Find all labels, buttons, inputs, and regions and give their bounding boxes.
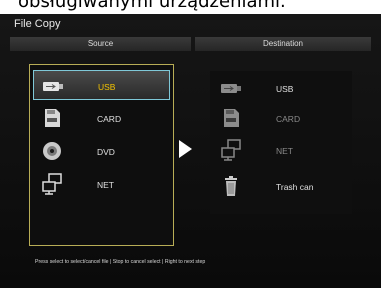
source-item-label: DVD: [97, 147, 115, 157]
source-item-label: NET: [97, 180, 114, 190]
usb-icon: [43, 82, 63, 91]
destination-item-trash[interactable]: Trash can: [212, 171, 350, 201]
source-item-label: USB: [98, 82, 116, 92]
source-item-label: CARD: [97, 114, 122, 124]
usb-icon: [221, 84, 241, 93]
destination-item-label: CARD: [276, 114, 301, 124]
destination-item-usb[interactable]: USB: [212, 73, 350, 103]
caption-text: obsługiwanymi urządzeniami.: [18, 0, 286, 12]
destination-item-label: NET: [276, 146, 293, 156]
trash-icon: [225, 176, 237, 196]
document-caption: obsługiwanymi urządzeniami.: [0, 0, 381, 14]
source-item-dvd[interactable]: DVD: [33, 136, 170, 166]
source-item-usb[interactable]: USB: [33, 70, 170, 100]
file-copy-screen: File Copy Source Destination USB CARD DV…: [0, 14, 381, 288]
source-item-card[interactable]: CARD: [33, 103, 170, 133]
window-title: File Copy: [14, 18, 61, 30]
dvd-icon: [43, 142, 61, 160]
network-icon: [221, 139, 241, 161]
next-step-arrow-icon: [179, 140, 192, 158]
destination-item-card[interactable]: CARD: [212, 103, 350, 133]
destination-item-label: USB: [276, 84, 294, 94]
destination-item-net[interactable]: NET: [212, 135, 350, 165]
card-icon: [224, 109, 239, 127]
destination-item-label: Trash can: [276, 182, 314, 192]
help-hint-text: Press select to select/cancel file | Sto…: [35, 259, 206, 265]
source-item-net[interactable]: NET: [33, 169, 170, 199]
network-icon: [42, 173, 62, 195]
destination-column-header: Destination: [195, 37, 371, 51]
source-column-header: Source: [10, 37, 191, 51]
card-icon: [45, 109, 60, 127]
